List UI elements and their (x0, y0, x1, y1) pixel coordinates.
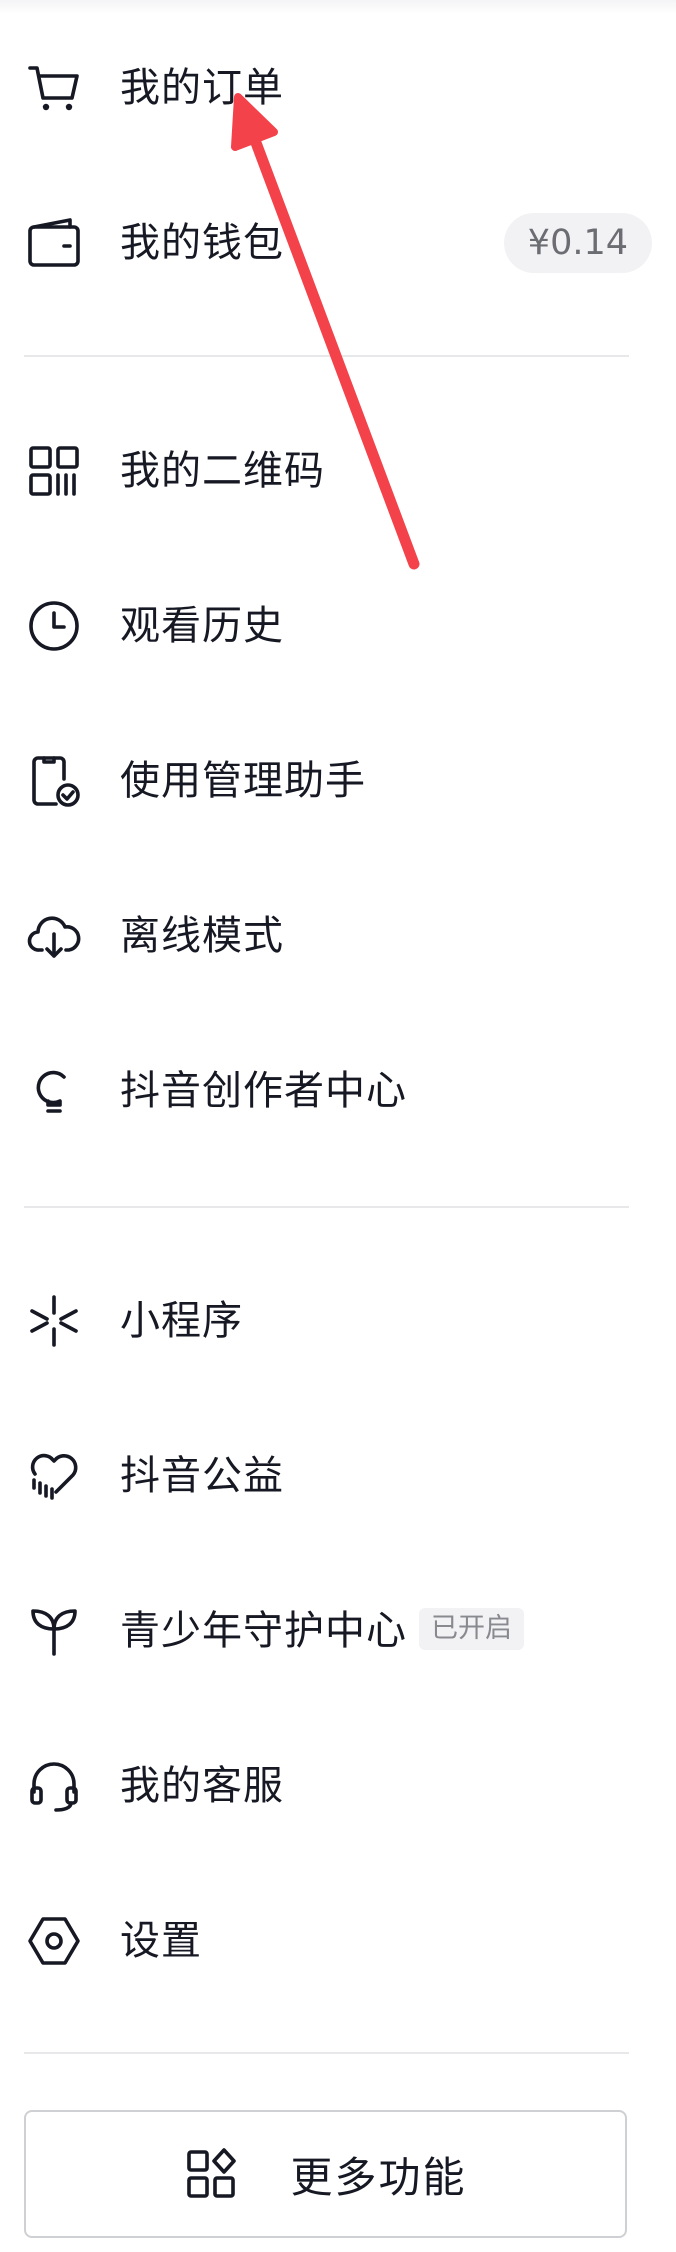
heart-rain-icon (26, 1448, 82, 1504)
menu-item-usage-assistant[interactable]: 使用管理助手 (0, 726, 676, 836)
menu-item-creator-center[interactable]: 抖音创作者中心 (0, 1036, 676, 1146)
menu-item-label: 我的钱包 (120, 220, 284, 266)
qr-code-icon (26, 443, 82, 499)
lightbulb-icon (26, 1063, 82, 1119)
menu-item-customer-service[interactable]: 我的客服 (0, 1731, 676, 1841)
menu-item-mini-programs[interactable]: 小程序 (0, 1266, 676, 1376)
hexagon-gear-icon (26, 1913, 82, 1969)
sprout-icon (26, 1603, 82, 1659)
menu-item-label: 观看历史 (120, 603, 284, 649)
asterisk-icon (26, 1293, 82, 1349)
menu-item-label: 离线模式 (120, 913, 284, 959)
menu-item-qrcode[interactable]: 我的二维码 (0, 416, 676, 526)
menu-item-history[interactable]: 观看历史 (0, 571, 676, 681)
menu-item-label: 我的客服 (120, 1763, 284, 1809)
menu-item-label: 小程序 (120, 1298, 243, 1344)
menu-item-label: 我的订单 (120, 65, 284, 111)
cloud-download-icon (26, 908, 82, 964)
menu-item-orders[interactable]: 我的订单 (0, 33, 676, 143)
headset-icon (26, 1758, 82, 1814)
phone-check-icon (26, 753, 82, 809)
cart-icon (26, 60, 82, 116)
menu-item-label: 抖音创作者中心 (120, 1068, 407, 1114)
section-divider (24, 355, 629, 357)
menu-item-offline-mode[interactable]: 离线模式 (0, 881, 676, 991)
menu-item-label: 设置 (120, 1918, 202, 1964)
clock-icon (26, 598, 82, 654)
menu-item-settings[interactable]: 设置 (0, 1886, 676, 1996)
youth-label-text: 青少年守护中心 (120, 1608, 407, 1654)
more-features-button[interactable]: 更多功能 (24, 2110, 627, 2238)
grid-shapes-icon (187, 2148, 237, 2198)
section-divider (24, 2052, 629, 2054)
top-scroll-edge (0, 0, 676, 14)
menu-item-label: 我的二维码 (120, 448, 325, 494)
youth-status-badge: 已开启 (419, 1608, 524, 1650)
menu-item-youth-protection[interactable]: 青少年守护中心 已开启 (0, 1576, 676, 1686)
menu-item-label: 抖音公益 (120, 1453, 284, 1499)
more-features-label: 更多功能 (290, 2152, 467, 2202)
menu-item-label: 使用管理助手 (120, 758, 366, 804)
section-divider (24, 1206, 629, 1208)
menu-item-label: 青少年守护中心 已开启 (120, 1607, 524, 1655)
wallet-icon (26, 215, 82, 271)
wallet-balance-badge: ¥0.14 (503, 213, 652, 273)
menu-item-charity[interactable]: 抖音公益 (0, 1421, 676, 1531)
menu-item-wallet[interactable]: 我的钱包 ¥0.14 (0, 188, 676, 298)
